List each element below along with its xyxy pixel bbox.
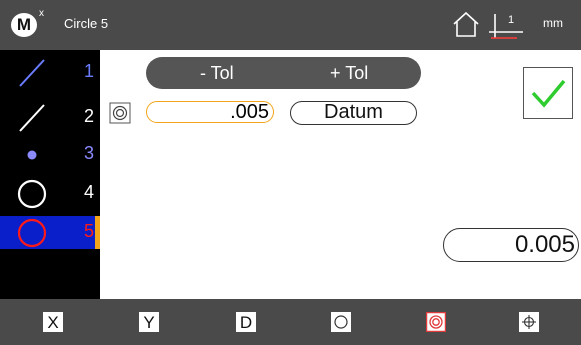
page-title: Circle 5 bbox=[64, 16, 109, 31]
selection-marker bbox=[95, 216, 100, 249]
feature-number: 3 bbox=[83, 143, 94, 163]
units-label[interactable]: mm bbox=[543, 16, 563, 30]
app-logo[interactable]: M bbox=[11, 13, 37, 37]
feature-item-5[interactable]: 5 bbox=[0, 216, 100, 249]
feature-number: 5 bbox=[83, 221, 94, 241]
minus-tol-label[interactable]: - Tol bbox=[200, 63, 234, 84]
concentricity-icon bbox=[426, 312, 446, 332]
datum-number: 1 bbox=[508, 14, 515, 26]
top-bar: M x Circle 5 1 mm bbox=[0, 0, 581, 50]
line-icon bbox=[19, 104, 45, 132]
accept-button[interactable] bbox=[523, 67, 573, 119]
tolerance-value-field[interactable]: .005 bbox=[146, 101, 274, 123]
x-button[interactable]: X bbox=[43, 312, 63, 332]
datum-button[interactable]: Datum bbox=[290, 101, 417, 125]
position-button[interactable] bbox=[519, 312, 539, 332]
circle-icon bbox=[17, 218, 47, 248]
line-icon bbox=[19, 59, 45, 87]
feature-number: 2 bbox=[83, 106, 94, 126]
feature-item-4[interactable]: 4 bbox=[0, 177, 100, 210]
checkmark-icon bbox=[531, 79, 566, 108]
feature-number: 1 bbox=[83, 61, 94, 81]
concentricity-icon[interactable] bbox=[109, 102, 131, 129]
tolerance-header: - Tol + Tol bbox=[146, 57, 421, 89]
feature-item-3[interactable]: 3 bbox=[0, 138, 100, 171]
circle-icon bbox=[17, 179, 47, 209]
bottom-toolbar: X Y D bbox=[0, 299, 581, 345]
circularity-icon bbox=[334, 315, 348, 329]
feature-list: 1 2 3 4 5 bbox=[0, 50, 100, 299]
circularity-button[interactable] bbox=[331, 312, 351, 332]
result-value-field: 0.005 bbox=[443, 228, 579, 262]
y-button[interactable]: Y bbox=[139, 312, 159, 332]
feature-item-2[interactable]: 2 bbox=[0, 101, 100, 134]
concentricity-button[interactable] bbox=[426, 312, 446, 332]
feature-item-1[interactable]: 1 bbox=[0, 56, 100, 89]
plus-tol-label[interactable]: + Tol bbox=[330, 63, 368, 84]
feature-number: 4 bbox=[83, 182, 94, 202]
app-logo-superscript: x bbox=[39, 8, 44, 19]
position-icon bbox=[522, 315, 536, 329]
point-icon bbox=[27, 150, 37, 160]
d-button[interactable]: D bbox=[236, 312, 256, 332]
home-icon[interactable] bbox=[451, 10, 481, 43]
